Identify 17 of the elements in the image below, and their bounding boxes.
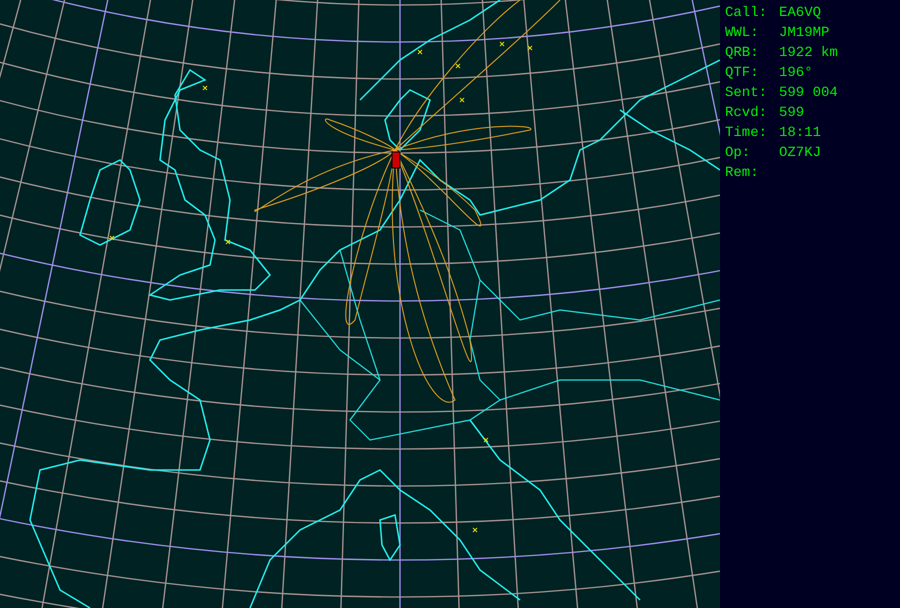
- field-value: EA6VQ: [779, 5, 822, 21]
- field-label: Rcvd:: [725, 105, 768, 121]
- field-value: 18:11: [779, 125, 822, 141]
- field-value: OZ7KJ: [779, 145, 822, 161]
- field-label: Rem:: [725, 165, 760, 181]
- field-value: 1922 km: [779, 45, 838, 61]
- field-label: Time:: [725, 125, 768, 141]
- field-value: JM19MP: [779, 25, 830, 41]
- field-label: Op:: [725, 145, 752, 161]
- field-label: Call:: [725, 5, 768, 21]
- field-label: WWL:: [725, 25, 760, 41]
- field-label: QRB:: [725, 45, 760, 61]
- field-value: 196°: [779, 65, 813, 81]
- field-value: 599 004: [779, 85, 838, 101]
- field-label: Sent:: [725, 85, 768, 101]
- field-label: QTF:: [725, 65, 760, 81]
- field-value: 599: [779, 105, 804, 121]
